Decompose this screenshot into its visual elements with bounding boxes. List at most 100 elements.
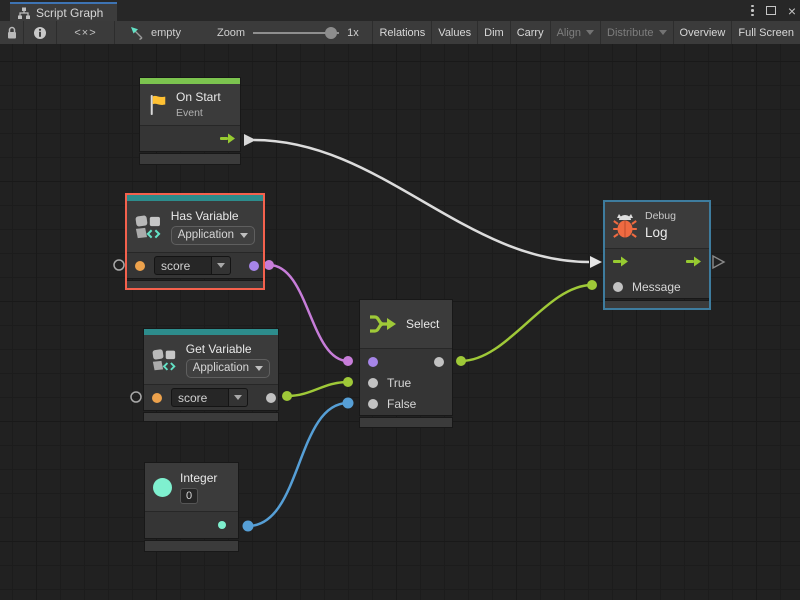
node-footer (605, 301, 709, 308)
node-title: Select (406, 317, 439, 331)
wire-endpoint[interactable] (343, 398, 354, 409)
lock-icon (6, 26, 18, 40)
condition-input-port[interactable] (368, 357, 378, 367)
selection-indicator: empty (129, 21, 181, 44)
values-button[interactable]: Values (431, 21, 477, 44)
node-title: On Start (176, 90, 221, 104)
selection-label: empty (151, 27, 181, 39)
node-footer (145, 541, 238, 551)
name-input-port[interactable] (152, 393, 162, 403)
node-debug-log[interactable]: Debug Log (605, 202, 709, 308)
wire-endpoint[interactable] (243, 521, 254, 532)
variable-scope-dropdown[interactable]: Application (171, 226, 255, 245)
variable-name-field[interactable]: score (154, 256, 231, 275)
node-integer[interactable]: Integer (145, 463, 238, 551)
wire-endpoint[interactable] (343, 356, 353, 366)
dim-button[interactable]: Dim (477, 21, 510, 44)
dropdown-caret-icon (255, 366, 263, 371)
dropdown-caret-icon (586, 30, 594, 35)
node-get-variable[interactable]: Get Variable Application score (144, 329, 278, 421)
zoom-slider[interactable] (253, 26, 339, 40)
maximize-icon[interactable] (766, 6, 776, 15)
wire-endpoint[interactable] (343, 377, 353, 387)
wire-select-to-message (461, 285, 592, 361)
window-controls: × (751, 0, 796, 21)
tab-script-graph[interactable]: Script Graph (10, 2, 117, 21)
distribute-button[interactable]: Distribute (600, 21, 672, 44)
exec-output-port-onstart[interactable] (244, 134, 256, 146)
node-select[interactable]: Select True False (360, 300, 452, 427)
variable-name-field[interactable]: score (171, 388, 248, 407)
true-input-port[interactable] (368, 378, 378, 388)
node-surtitle: Debug (645, 210, 676, 222)
graph-tab-icon (18, 7, 30, 19)
info-button[interactable] (24, 21, 57, 44)
unconnected-input-port[interactable] (131, 392, 141, 402)
integer-circle-icon (153, 478, 172, 497)
port-label: Message (632, 280, 681, 294)
node-title: Has Variable (171, 209, 255, 223)
lock-button[interactable] (0, 21, 24, 44)
value-output-port[interactable] (266, 393, 276, 403)
wire-hasvariable-to-select (269, 265, 348, 361)
node-footer (127, 281, 263, 288)
fullscreen-button[interactable]: Full Screen (731, 21, 800, 44)
graph-canvas[interactable]: On Start Event (0, 44, 800, 600)
unconnected-input-port[interactable] (114, 260, 124, 270)
node-title: Log (645, 225, 676, 240)
tab-bar: Script Graph × (0, 0, 800, 21)
wire-endpoint[interactable] (264, 260, 274, 270)
exec-arrow-icon[interactable] (686, 256, 701, 267)
wire-endpoint[interactable] (587, 280, 597, 290)
code-toggle-icon: <×> (74, 27, 96, 39)
overview-button[interactable]: Overview (673, 21, 732, 44)
menu-icon[interactable] (751, 5, 754, 17)
graph-toolbar: <×> empty Zoom 1x Relations Values Dim C… (0, 21, 800, 44)
node-has-variable[interactable]: Has Variable Application score (127, 195, 263, 288)
dropdown-caret-icon (240, 233, 248, 238)
integer-output-port[interactable] (218, 521, 226, 529)
result-output-port[interactable] (249, 261, 259, 271)
align-button[interactable]: Align (550, 21, 600, 44)
variable-scope-dropdown[interactable]: Application (186, 359, 270, 378)
script-graph-window: Script Graph × <×> (0, 0, 800, 600)
port-label: False (387, 397, 416, 411)
carry-button[interactable]: Carry (510, 21, 550, 44)
wire-endpoint[interactable] (282, 391, 292, 401)
false-input-port[interactable] (368, 399, 378, 409)
node-footer (140, 154, 240, 164)
variable-picker-button[interactable] (212, 256, 231, 275)
zoom-label: Zoom (217, 27, 245, 39)
zoom-control: Zoom 1x (217, 21, 359, 44)
flag-icon (148, 93, 168, 117)
info-icon (33, 26, 47, 40)
dropdown-caret-icon (234, 395, 242, 400)
port-label: True (387, 376, 411, 390)
toolbar-buttons: Relations Values Dim Carry Align Distrib… (372, 21, 800, 44)
message-input-port[interactable] (613, 282, 623, 292)
wire-getvariable-to-true (287, 382, 348, 396)
zoom-slider-thumb[interactable] (325, 27, 337, 39)
close-icon[interactable]: × (788, 6, 796, 16)
code-toggle-button[interactable]: <×> (57, 21, 115, 44)
variable-picker-button[interactable] (229, 388, 248, 407)
wire-endpoint[interactable] (456, 356, 466, 366)
wire-onstart-to-log (254, 140, 589, 262)
zoom-level: 1x (347, 27, 359, 39)
name-input-port[interactable] (135, 261, 145, 271)
wire-integer-to-false (248, 403, 348, 526)
node-footer (360, 418, 452, 427)
exec-input-port-log[interactable] (590, 256, 602, 268)
node-subtitle: Event (176, 107, 221, 119)
bug-icon (613, 212, 637, 239)
relations-button[interactable]: Relations (372, 21, 431, 44)
integer-value-input[interactable] (180, 488, 198, 504)
exec-arrow-icon[interactable] (220, 133, 235, 144)
node-footer (144, 413, 278, 421)
node-on-start[interactable]: On Start Event (140, 78, 240, 164)
exec-arrow-icon[interactable] (613, 256, 628, 267)
node-title: Integer (180, 471, 217, 485)
exec-output-port-log[interactable] (713, 256, 724, 268)
pointer-icon (129, 26, 145, 40)
selection-output-port[interactable] (434, 357, 444, 367)
